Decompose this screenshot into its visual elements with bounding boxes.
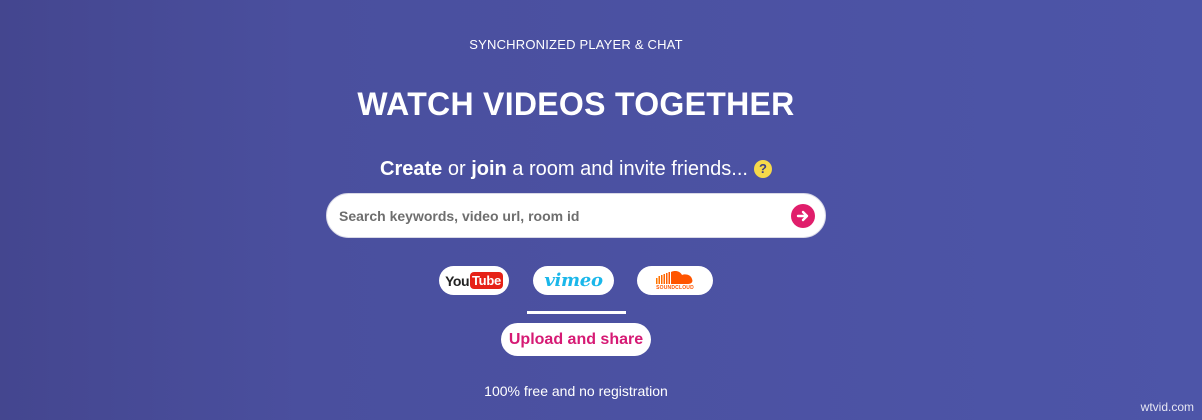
free-note: 100% free and no registration: [484, 383, 668, 399]
page-subtitle: SYNCHRONIZED PLAYER & CHAT: [469, 37, 683, 52]
youtube-logo-you: You: [445, 272, 469, 289]
vimeo-logo: vimeo: [544, 270, 603, 291]
soundcloud-cloud-icon: [656, 271, 693, 284]
tagline-rest: a room and invite friends...: [506, 158, 748, 180]
youtube-logo: You Tube: [445, 272, 503, 289]
page-title: WATCH VIDEOS TOGETHER: [357, 86, 795, 122]
arrow-right-icon: [796, 210, 809, 222]
selected-platform-indicator: [527, 311, 626, 314]
youtube-button[interactable]: You Tube: [439, 266, 509, 295]
vimeo-button[interactable]: vimeo: [533, 266, 614, 295]
search-input[interactable]: [339, 194, 779, 237]
tagline-create: Create: [380, 158, 443, 180]
soundcloud-logo: SOUNDCLOUD: [655, 270, 695, 291]
watermark: wtvid.com: [1140, 400, 1194, 414]
upload-and-share-button[interactable]: Upload and share: [501, 323, 651, 356]
tagline: Create or join a room and invite friends…: [0, 158, 1152, 181]
tagline-or: or: [442, 158, 472, 180]
soundcloud-label: SOUNDCLOUD: [656, 285, 694, 291]
search-submit-button[interactable]: [791, 204, 815, 228]
search-bar: [326, 193, 826, 238]
help-icon[interactable]: ?: [753, 160, 772, 178]
soundcloud-button[interactable]: SOUNDCLOUD: [637, 266, 713, 295]
tagline-join: join: [471, 158, 507, 180]
youtube-logo-tube: Tube: [470, 272, 503, 289]
